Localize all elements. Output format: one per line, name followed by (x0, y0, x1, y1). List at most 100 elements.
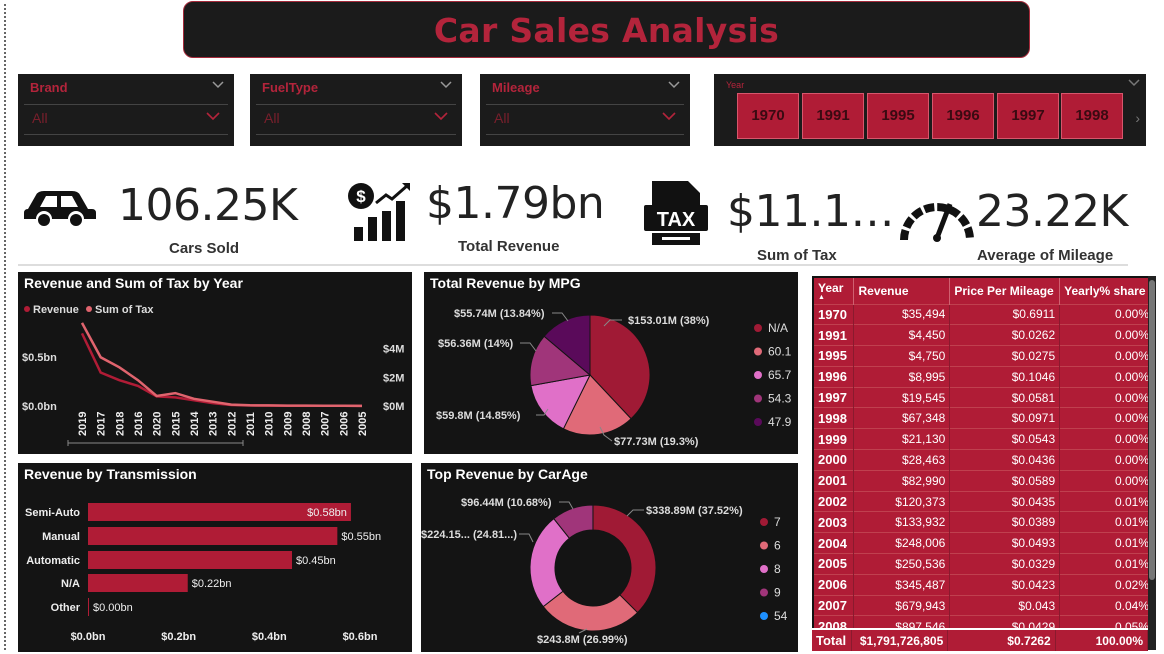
chevron-down-icon[interactable] (1128, 78, 1140, 88)
revenue-by-carage-chart[interactable]: Top Revenue by CarAge 7 6 8 9 54 $338.89M (37… (421, 463, 798, 652)
cell-year: 2000 (814, 449, 855, 471)
cars-sold-value: 106.25K (118, 180, 298, 231)
table-row[interactable]: 2004 $248,006 $0.0493 0.01% (814, 532, 1154, 554)
column-header-year[interactable]: Year ▲ (814, 278, 855, 304)
legend-label: Sum of Tax (95, 304, 154, 316)
legend-label: 65.7 (768, 368, 792, 382)
divider (486, 104, 684, 105)
pie-chart-svg: N/A 60.1 65.7 54.3 47.9 $153.01M (38%) $77.73M… (436, 308, 792, 448)
leader-line (520, 342, 537, 352)
table-row[interactable]: 2001 $82,990 $0.0589 0.00% (814, 469, 1154, 492)
brand-slicer-label: Brand (30, 80, 68, 95)
table-row[interactable]: 2007 $679,943 $0.043 0.04% (814, 594, 1154, 616)
chevron-down-icon[interactable] (206, 110, 220, 122)
revenue-by-year-table[interactable]: Year ▲ Revenue Price Per Mileage Yearly% … (812, 276, 1156, 650)
divider (24, 134, 228, 135)
legend-label: Revenue (33, 304, 79, 316)
year-option-1997[interactable]: 1997 (997, 93, 1059, 139)
data-label: $0.58bn (307, 507, 347, 519)
cell-revenue: $4,450 (853, 324, 951, 346)
year-slicer[interactable]: Year 1970 1991 1995 1996 1997 1998 › (714, 74, 1146, 146)
fueltype-slicer[interactable]: FuelType All (250, 74, 462, 146)
cell-year: 2006 (814, 573, 855, 596)
data-label: $243.8M (26.99%) (537, 634, 628, 646)
category-label: Manual (42, 531, 80, 543)
data-label: $55.74M (13.84%) (454, 308, 545, 320)
cell-revenue: $28,463 (853, 449, 951, 471)
table-row[interactable]: 1995 $4,750 $0.0275 0.00% (814, 345, 1154, 367)
title-banner: Car Sales Analysis (183, 1, 1030, 58)
table-row[interactable]: 1998 $67,348 $0.0971 0.00% (814, 407, 1154, 429)
cell-revenue: $250,536 (853, 553, 951, 575)
table-row[interactable]: 1991 $4,450 $0.0262 0.00% (814, 324, 1154, 346)
year-option-1970[interactable]: 1970 (737, 93, 799, 139)
year-option-1995[interactable]: 1995 (867, 93, 929, 139)
data-label: $0.55bn (341, 531, 381, 543)
year-option-1991[interactable]: 1991 (802, 93, 864, 139)
x-tick-label: 2010 (264, 412, 276, 436)
chevron-down-icon[interactable] (662, 110, 676, 122)
table-row[interactable]: 2005 $250,536 $0.0329 0.01% (814, 553, 1154, 575)
legend-label: 47.9 (768, 415, 792, 429)
data-label: $0.22bn (192, 578, 232, 590)
speedometer-icon (900, 203, 974, 242)
table-row[interactable]: 2006 $345,487 $0.0423 0.02% (814, 573, 1154, 596)
x-tick-label: 2015 (170, 412, 182, 436)
table-row[interactable]: 1970 $35,494 $0.6911 0.00% (814, 303, 1154, 325)
total-revenue: $1,791,726,805 (851, 628, 949, 651)
tax-icon: TAX (644, 181, 708, 245)
divider (18, 264, 1128, 266)
table-row[interactable]: 1996 $8,995 $0.1046 0.00% (814, 365, 1154, 388)
bar-chart-svg: Semi-Auto $0.58bn Manual $0.55bn Automatic $0… (25, 503, 381, 643)
cell-revenue: $19,545 (853, 386, 951, 408)
table-row[interactable]: 2003 $133,932 $0.0389 0.01% (814, 511, 1154, 533)
legend-label: N/A (768, 321, 788, 335)
x-tick-label: 2016 (133, 412, 145, 436)
cell-yearly-share: 0.00% (1059, 345, 1154, 367)
brand-slicer-value[interactable]: All (32, 110, 48, 126)
year-option-1996[interactable]: 1996 (932, 93, 994, 139)
table-row[interactable]: 1999 $21,130 $0.0543 0.00% (814, 428, 1154, 450)
cell-yearly-share: 0.00% (1059, 449, 1154, 471)
year-option-1998[interactable]: 1998 (1061, 93, 1123, 139)
line-chart-svg: Revenue Sum of Tax $0.5bn $0.0bn $4M $2M $0M 20… (22, 304, 404, 446)
fueltype-slicer-value[interactable]: All (264, 110, 280, 126)
table-row[interactable]: 2000 $28,463 $0.0436 0.00% (814, 449, 1154, 471)
chevron-down-icon[interactable] (434, 110, 448, 122)
cell-price-per-mileage: $0.0493 (949, 532, 1061, 554)
revenue-by-transmission-chart[interactable]: Revenue by Transmission Semi-Auto $0.58bn… (18, 463, 412, 652)
average-mileage-value: 23.22K (976, 186, 1128, 237)
cell-year: 2002 (814, 490, 855, 512)
data-label: $56.36M (14%) (438, 338, 514, 350)
y-tick-label: $0.5bn (22, 352, 57, 364)
brand-slicer[interactable]: Brand All (18, 74, 234, 146)
svg-text:$: $ (356, 187, 366, 206)
cell-year: 2007 (814, 594, 855, 616)
x-tick-label: 2020 (152, 412, 164, 436)
svg-text:TAX: TAX (657, 209, 696, 231)
table-row[interactable]: 2002 $120,373 $0.0435 0.01% (814, 490, 1154, 512)
cell-year: 1997 (814, 386, 855, 408)
legend-marker (760, 518, 768, 526)
revenue-by-mpg-chart[interactable]: Total Revenue by MPG N/A 60.1 65.7 54.3 47.9… (424, 272, 798, 454)
chevron-down-icon[interactable] (212, 80, 224, 90)
table-scrollbar[interactable] (1148, 276, 1156, 650)
chevron-right-icon[interactable]: › (1135, 110, 1140, 126)
series-line-sum-of-tax (80, 322, 363, 408)
mileage-slicer[interactable]: Mileage All (480, 74, 690, 146)
column-header-yearly-share[interactable]: Yearly% share (1059, 278, 1154, 304)
cell-revenue: $345,487 (853, 573, 951, 596)
cell-price-per-mileage: $0.0262 (949, 324, 1061, 346)
table-header-row: Year ▲ Revenue Price Per Mileage Yearly% … (814, 278, 1154, 304)
table-row[interactable]: 1997 $19,545 $0.0581 0.00% (814, 386, 1154, 408)
legend-marker (760, 588, 768, 597)
mileage-slicer-value[interactable]: All (494, 110, 510, 126)
chevron-down-icon[interactable] (440, 80, 452, 90)
column-header-price-per-mileage[interactable]: Price Per Mileage (949, 278, 1061, 304)
legend-label: 54.3 (768, 392, 792, 406)
column-header-revenue[interactable]: Revenue (853, 278, 951, 304)
revenue-tax-by-year-chart[interactable]: Revenue and Sum of Tax by Year Revenue Su… (18, 272, 412, 454)
scrollbar-thumb[interactable] (1149, 280, 1155, 580)
x-tick-label: 2005 (357, 412, 369, 436)
chevron-down-icon[interactable] (668, 80, 680, 90)
